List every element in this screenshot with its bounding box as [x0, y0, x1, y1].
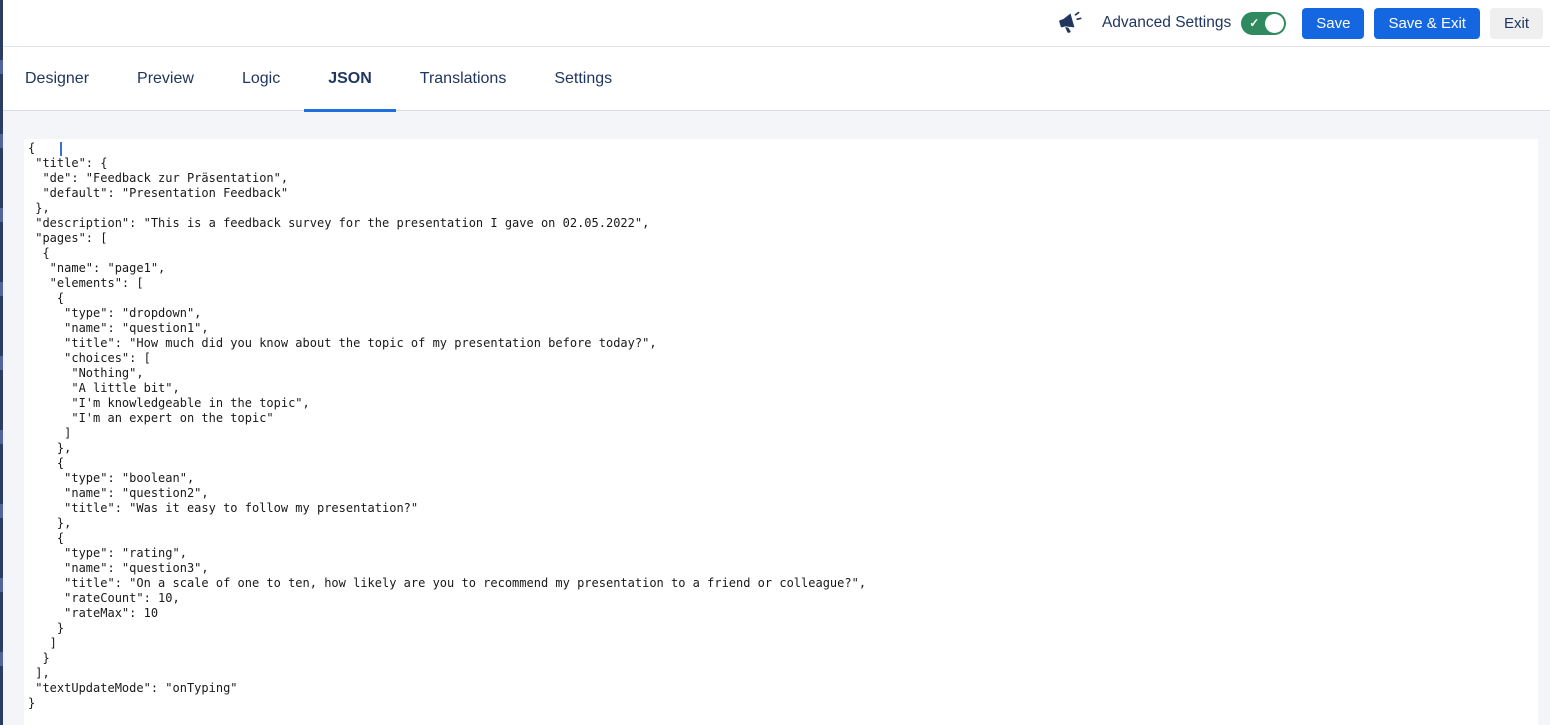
tab-content-area: { "title": { "de": "Feedback zur Präsent… [0, 111, 1550, 725]
text-cursor [60, 142, 62, 156]
advanced-settings-toggle[interactable]: ✓ [1241, 11, 1287, 35]
top-toolbar: Advanced Settings ✓ Save Save & Exit Exi… [0, 0, 1550, 47]
toggle-check-icon: ✓ [1249, 15, 1260, 30]
json-code[interactable]: { "title": { "de": "Feedback zur Präsent… [28, 141, 1530, 711]
save-button[interactable]: Save [1302, 7, 1365, 39]
window-left-edge-strip [0, 0, 3, 725]
tab-preview[interactable]: Preview [113, 47, 218, 110]
tab-logic[interactable]: Logic [218, 47, 304, 110]
tab-translations[interactable]: Translations [396, 47, 531, 110]
toggle-knob [1265, 13, 1285, 33]
save-and-exit-button[interactable]: Save & Exit [1374, 7, 1480, 39]
tab-settings[interactable]: Settings [530, 47, 636, 110]
json-editor-panel[interactable]: { "title": { "de": "Feedback zur Präsent… [24, 139, 1538, 725]
megaphone-icon[interactable] [1054, 8, 1084, 38]
exit-button[interactable]: Exit [1489, 7, 1543, 39]
tab-json[interactable]: JSON [304, 47, 396, 112]
creator-tab-bar: Designer Preview Logic JSON Translations… [0, 47, 1550, 112]
advanced-settings-label: Advanced Settings [1101, 14, 1232, 31]
tab-designer[interactable]: Designer [1, 47, 113, 110]
